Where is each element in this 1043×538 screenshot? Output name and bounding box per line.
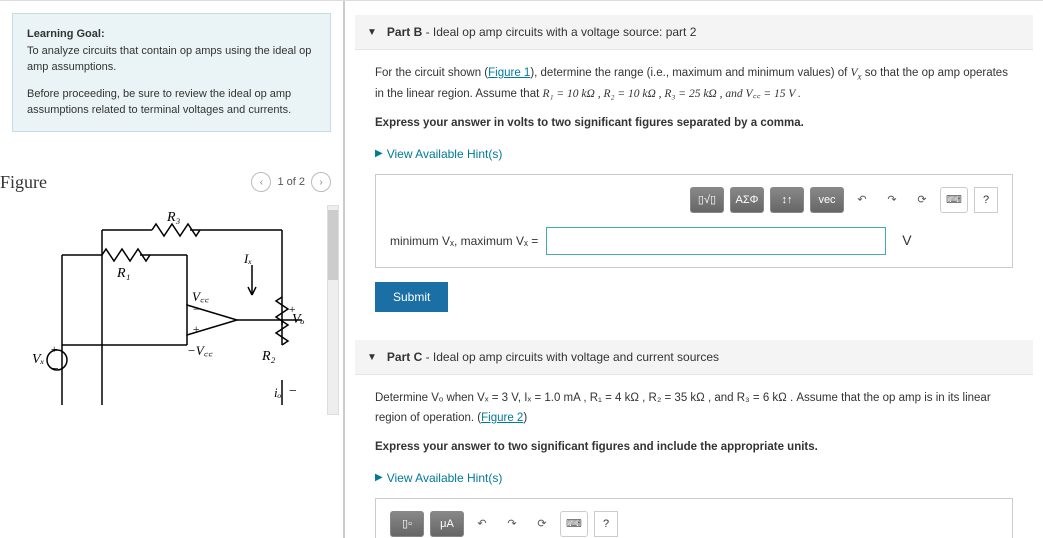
svg-text:Iₓ: Iₓ xyxy=(243,251,252,266)
part-b-answer-input[interactable] xyxy=(546,227,886,255)
figure-title: Figure xyxy=(0,172,47,193)
part-b-description: For the circuit shown (Figure 1), determ… xyxy=(375,64,1013,104)
learning-goal-title: Learning Goal: xyxy=(27,28,105,40)
figure-prev-button[interactable]: ‹ xyxy=(251,172,271,192)
redo-button[interactable]: ↷ xyxy=(880,187,904,213)
arrows-tool[interactable]: ↕↑ xyxy=(770,187,804,213)
part-b-answer-box: ▯√▯ ΑΣΦ ↕↑ vec ↶ ↷ ⟳ ⌨ ? minimum Vₓ, max… xyxy=(375,174,1013,268)
part-c-title: Part C - Ideal op amp circuits with volt… xyxy=(387,350,719,364)
part-b-input-label: minimum Vₓ, maximum Vₓ = xyxy=(390,231,538,251)
figure-pager: ‹ 1 of 2 › xyxy=(251,172,331,192)
figure-next-button[interactable]: › xyxy=(311,172,331,192)
svg-text:R₁: R₁ xyxy=(116,266,130,281)
part-c-hints-link[interactable]: View Available Hint(s) xyxy=(375,468,502,488)
svg-text:R₃: R₃ xyxy=(166,210,181,225)
greek-tool[interactable]: ΑΣΦ xyxy=(730,187,764,213)
help-button[interactable]: ? xyxy=(594,511,618,537)
figure-page-indicator: 1 of 2 xyxy=(277,176,305,188)
part-c-description: Determine Vₒ when Vₓ = 3 V, Iₓ = 1.0 mA … xyxy=(375,389,1013,428)
part-c-answer-box: ▯▫ μA ↶ ↷ ⟳ ⌨ ? Vₒ = Value Units xyxy=(375,498,1013,538)
units-templates-tool[interactable]: ▯▫ xyxy=(390,511,424,537)
figure-scrollbar[interactable] xyxy=(327,205,339,415)
reset-button[interactable]: ⟳ xyxy=(910,187,934,213)
caret-down-icon: ▼ xyxy=(367,352,377,363)
learning-goal-box: Learning Goal: To analyze circuits that … xyxy=(12,13,331,132)
part-b-instructions: Express your answer in volts to two sign… xyxy=(375,117,804,129)
part-c-instructions: Express your answer to two significant f… xyxy=(375,441,818,453)
svg-text:+: + xyxy=(50,342,58,356)
part-c-header[interactable]: ▼ Part C - Ideal op amp circuits with vo… xyxy=(355,340,1033,375)
figure-2-link[interactable]: Figure 2 xyxy=(481,412,523,424)
part-b-hints-link[interactable]: View Available Hint(s) xyxy=(375,144,502,164)
keyboard-button[interactable]: ⌨ xyxy=(560,511,588,537)
undo-button[interactable]: ↶ xyxy=(850,187,874,213)
learning-goal-p1: To analyze circuits that contain op amps… xyxy=(27,45,311,74)
redo-button[interactable]: ↷ xyxy=(500,511,524,537)
part-b-title: Part B - Part B - Ideal op amp circuits … xyxy=(387,25,696,39)
svg-text:−: − xyxy=(288,384,297,399)
part-b-unit: V xyxy=(902,229,911,253)
figure-1-link[interactable]: Figure 1 xyxy=(488,67,530,79)
keyboard-button[interactable]: ⌨ xyxy=(940,187,968,213)
svg-text:+: + xyxy=(288,302,296,316)
part-b-header[interactable]: ▼ Part B - Part B - Ideal op amp circuit… xyxy=(355,15,1033,50)
figure-canvas: R₁ R₃ R₂ Vₓ V꜀꜀ −V꜀꜀ Vₒ Iₓ iₒ + − + − − … xyxy=(12,205,331,415)
svg-text:−: − xyxy=(50,362,59,377)
svg-text:−: − xyxy=(192,302,200,316)
vec-tool[interactable]: vec xyxy=(810,187,844,213)
svg-text:R₂: R₂ xyxy=(261,349,276,364)
svg-text:−V꜀꜀: −V꜀꜀ xyxy=(187,343,213,358)
learning-goal-p2: Before proceeding, be sure to review the… xyxy=(27,88,291,117)
reset-button[interactable]: ⟳ xyxy=(530,511,554,537)
templates-tool[interactable]: ▯√▯ xyxy=(690,187,724,213)
mu-tool[interactable]: μA xyxy=(430,511,464,537)
svg-text:Vₓ: Vₓ xyxy=(32,352,45,367)
svg-text:iₒ: iₒ xyxy=(274,385,282,400)
undo-button[interactable]: ↶ xyxy=(470,511,494,537)
caret-down-icon: ▼ xyxy=(367,27,377,38)
part-b-submit-button[interactable]: Submit xyxy=(375,282,448,312)
svg-text:+: + xyxy=(192,322,200,336)
help-button[interactable]: ? xyxy=(974,187,998,213)
